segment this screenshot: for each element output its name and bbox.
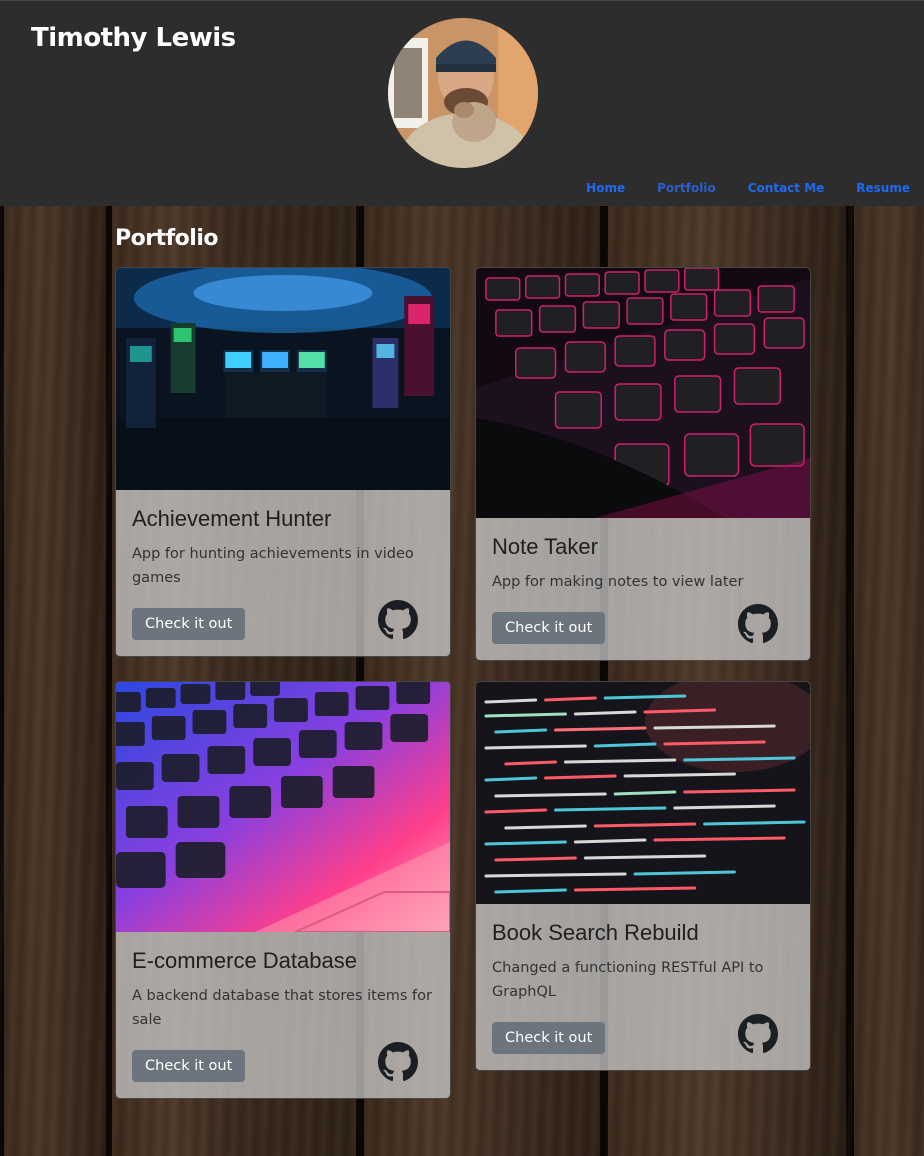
section-title: Portfolio	[115, 226, 219, 251]
card-body: Note Taker App for making notes to view …	[476, 518, 810, 660]
check-it-out-button[interactable]: Check it out	[132, 608, 246, 640]
nav-link-contact[interactable]: Contact Me	[748, 181, 825, 195]
page: Timothy Lewis Home Portfolio Contact Me …	[0, 0, 924, 1156]
project-image-arcade	[116, 268, 450, 490]
main-nav: Home Portfolio Contact Me Resume	[554, 181, 910, 195]
project-image-keyboard-rgb	[476, 268, 810, 518]
nav-link-home[interactable]: Home	[586, 181, 625, 195]
project-description: Changed a functioning RESTful API to Gra…	[492, 960, 764, 1000]
card-body: E-commerce Database A backend database t…	[116, 932, 450, 1098]
github-icon[interactable]	[378, 1042, 418, 1082]
github-icon[interactable]	[738, 604, 778, 644]
project-description: App for hunting achievements in video ga…	[132, 546, 414, 586]
nav-link-portfolio[interactable]: Portfolio	[657, 181, 716, 195]
card-body: Achievement Hunter App for hunting achie…	[116, 490, 450, 656]
site-brand[interactable]: Timothy Lewis	[31, 23, 236, 53]
nav-link-resume[interactable]: Resume	[856, 181, 910, 195]
github-icon[interactable]	[378, 600, 418, 640]
project-image-code-screen	[476, 682, 810, 904]
project-card-achievement-hunter: Achievement Hunter App for hunting achie…	[115, 267, 451, 657]
check-it-out-button[interactable]: Check it out	[492, 1022, 606, 1054]
card-body: Book Search Rebuild Changed a functionin…	[476, 904, 810, 1070]
check-it-out-button[interactable]: Check it out	[492, 612, 606, 644]
project-description: A backend database that stores items for…	[132, 988, 432, 1028]
avatar	[388, 18, 538, 168]
project-image-keyboard-laptop	[116, 682, 450, 932]
project-card-note-taker: Note Taker App for making notes to view …	[475, 267, 811, 661]
project-title: E-commerce Database	[132, 948, 357, 973]
project-card-book-search-rebuild: Book Search Rebuild Changed a functionin…	[475, 681, 811, 1071]
project-title: Book Search Rebuild	[492, 920, 699, 945]
project-card-ecommerce-database: E-commerce Database A backend database t…	[115, 681, 451, 1099]
avatar-photo	[388, 18, 538, 168]
github-icon[interactable]	[738, 1014, 778, 1054]
site-header: Timothy Lewis Home Portfolio Contact Me …	[0, 0, 924, 206]
project-title: Achievement Hunter	[132, 506, 332, 531]
project-description: App for making notes to view later	[492, 574, 744, 590]
project-title: Note Taker	[492, 534, 598, 559]
check-it-out-button[interactable]: Check it out	[132, 1050, 246, 1082]
